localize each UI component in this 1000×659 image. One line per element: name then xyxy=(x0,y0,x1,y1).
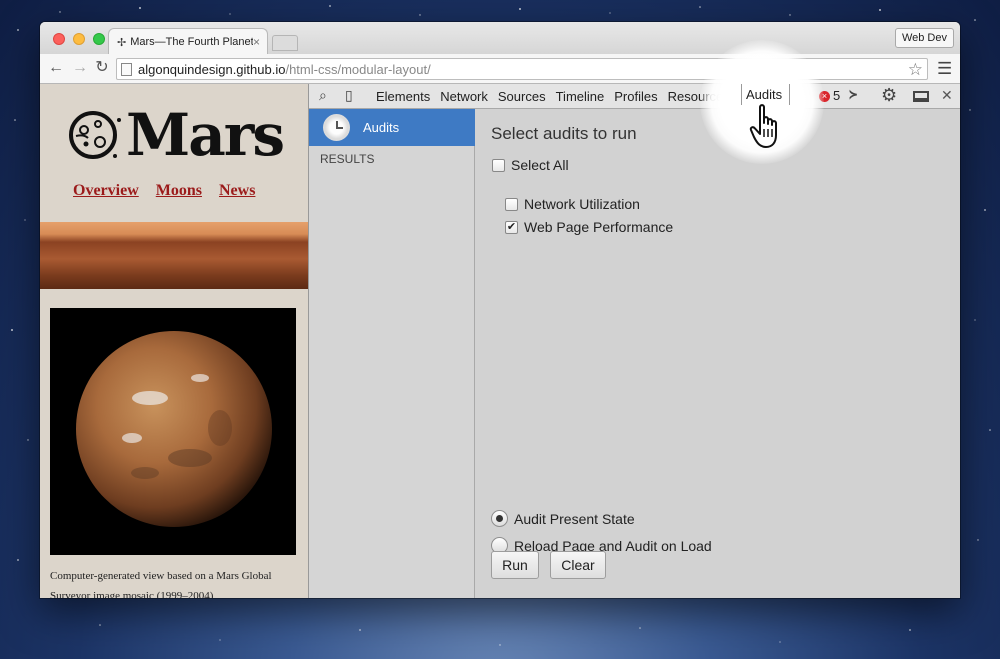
inspect-search-icon[interactable]: ⌕ xyxy=(319,87,327,104)
image-caption: Computer-generated view based on a Mars … xyxy=(50,570,272,598)
audit-present-state-radio[interactable]: Audit Present State xyxy=(491,510,635,527)
error-count[interactable]: 5 xyxy=(833,88,840,103)
checkbox-box-checked[interactable]: ✔ xyxy=(505,220,518,234)
nav-link-overview[interactable]: Overview xyxy=(73,182,139,200)
audits-panel: Select audits to run Select All Network … xyxy=(475,109,960,598)
webpage-viewport: Mars Overview Moons News Computer-genera… xyxy=(40,84,308,598)
site-nav: Overview Moons News xyxy=(73,182,255,200)
tab-close-icon[interactable]: × xyxy=(253,35,260,49)
devtools-panel: ⌕ ▯ Elements Network Sources Timeline Pr… xyxy=(308,84,960,598)
device-mode-icon[interactable]: ▯ xyxy=(345,87,353,104)
checkbox-box[interactable] xyxy=(505,197,518,211)
tab-separator xyxy=(741,84,742,105)
nav-link-moons[interactable]: Moons xyxy=(156,182,202,200)
select-all-checkbox[interactable]: Select All xyxy=(492,157,569,173)
checkbox-label: Network Utilization xyxy=(524,196,640,212)
mars-globe-image xyxy=(50,308,296,555)
web-page-performance-checkbox[interactable]: ✔ Web Page Performance xyxy=(505,219,673,235)
hand-pointer-cursor-icon xyxy=(749,104,777,148)
tab-title: Mars—The Fourth Planet xyxy=(130,36,253,48)
clock-icon xyxy=(323,114,350,141)
devtools-tabs: Elements Network Sources Timeline Profil… xyxy=(371,84,783,109)
mars-surface-banner xyxy=(40,222,308,289)
run-button[interactable]: Run xyxy=(491,551,539,579)
clear-button[interactable]: Clear xyxy=(550,551,606,579)
hamburger-menu-icon[interactable]: ☰ xyxy=(937,59,952,79)
browser-window: ✢ Mars—The Fourth Planet × Web Dev ← → ↻… xyxy=(40,22,960,598)
error-icon[interactable]: × xyxy=(819,91,830,102)
close-devtools-icon[interactable]: ✕ xyxy=(941,87,953,104)
checkbox-label: Select All xyxy=(511,157,569,173)
page-icon xyxy=(121,62,132,76)
audits-sidebar: Audits RESULTS xyxy=(309,109,475,598)
close-window-button[interactable] xyxy=(53,33,65,45)
radio-button-selected[interactable] xyxy=(491,510,508,527)
tab-network[interactable]: Network xyxy=(435,84,493,109)
tab-timeline[interactable]: Timeline xyxy=(551,84,610,109)
back-arrow-icon[interactable]: ← xyxy=(46,58,66,78)
browser-tab[interactable]: ✢ Mars—The Fourth Planet × xyxy=(108,28,268,55)
checkbox-box[interactable] xyxy=(492,158,505,172)
results-heading: RESULTS xyxy=(320,152,375,166)
browser-toolbar: ← → ↻ algonquindesign.github.io/html-css… xyxy=(40,54,960,84)
dock-side-icon[interactable] xyxy=(913,91,929,102)
audits-heading: Select audits to run xyxy=(491,124,637,143)
address-bar[interactable]: algonquindesign.github.io/html-css/modul… xyxy=(116,58,928,80)
network-utilization-checkbox[interactable]: Network Utilization xyxy=(505,196,640,212)
tab-elements[interactable]: Elements xyxy=(371,84,435,109)
logo-text: Mars xyxy=(126,101,285,169)
title-bar: ✢ Mars—The Fourth Planet × Web Dev xyxy=(40,22,960,55)
minimize-window-button[interactable] xyxy=(73,33,85,45)
url-path: /html-css/modular-layout/ xyxy=(285,61,431,77)
site-logo[interactable]: Mars xyxy=(68,101,285,169)
url-host: algonquindesign.github.io xyxy=(138,61,286,77)
new-tab-button[interactable] xyxy=(272,35,298,51)
console-drawer-icon[interactable]: ≻ xyxy=(849,87,857,103)
tab-profiles[interactable]: Profiles xyxy=(609,84,662,109)
sidebar-item-audits[interactable]: Audits xyxy=(309,109,475,146)
sidebar-item-label: Audits xyxy=(363,120,400,135)
tab-sources[interactable]: Sources xyxy=(493,84,551,109)
bookmark-star-icon[interactable]: ☆ xyxy=(908,60,923,80)
mars-planet-icon xyxy=(69,111,121,159)
nav-link-news[interactable]: News xyxy=(219,182,255,200)
tab-resources[interactable]: Resources xyxy=(663,84,735,109)
more-tabs-icon[interactable]: » xyxy=(793,85,801,101)
profile-button[interactable]: Web Dev xyxy=(894,28,954,48)
settings-gear-icon[interactable]: ⚙ xyxy=(881,85,897,106)
highlighted-audits-tab[interactable]: Audits xyxy=(746,87,782,102)
radio-label: Audit Present State xyxy=(514,510,635,527)
favicon-icon: ✢ xyxy=(117,36,127,49)
checkbox-label: Web Page Performance xyxy=(524,219,674,235)
radio-label: Reload Page and Audit on Load xyxy=(514,537,712,554)
reload-icon[interactable]: ↻ xyxy=(92,58,112,78)
tab-separator xyxy=(789,84,790,105)
forward-arrow-icon[interactable]: → xyxy=(70,58,90,78)
devtools-toolbar: ⌕ ▯ Elements Network Sources Timeline Pr… xyxy=(309,84,960,109)
maximize-window-button[interactable] xyxy=(93,33,105,45)
